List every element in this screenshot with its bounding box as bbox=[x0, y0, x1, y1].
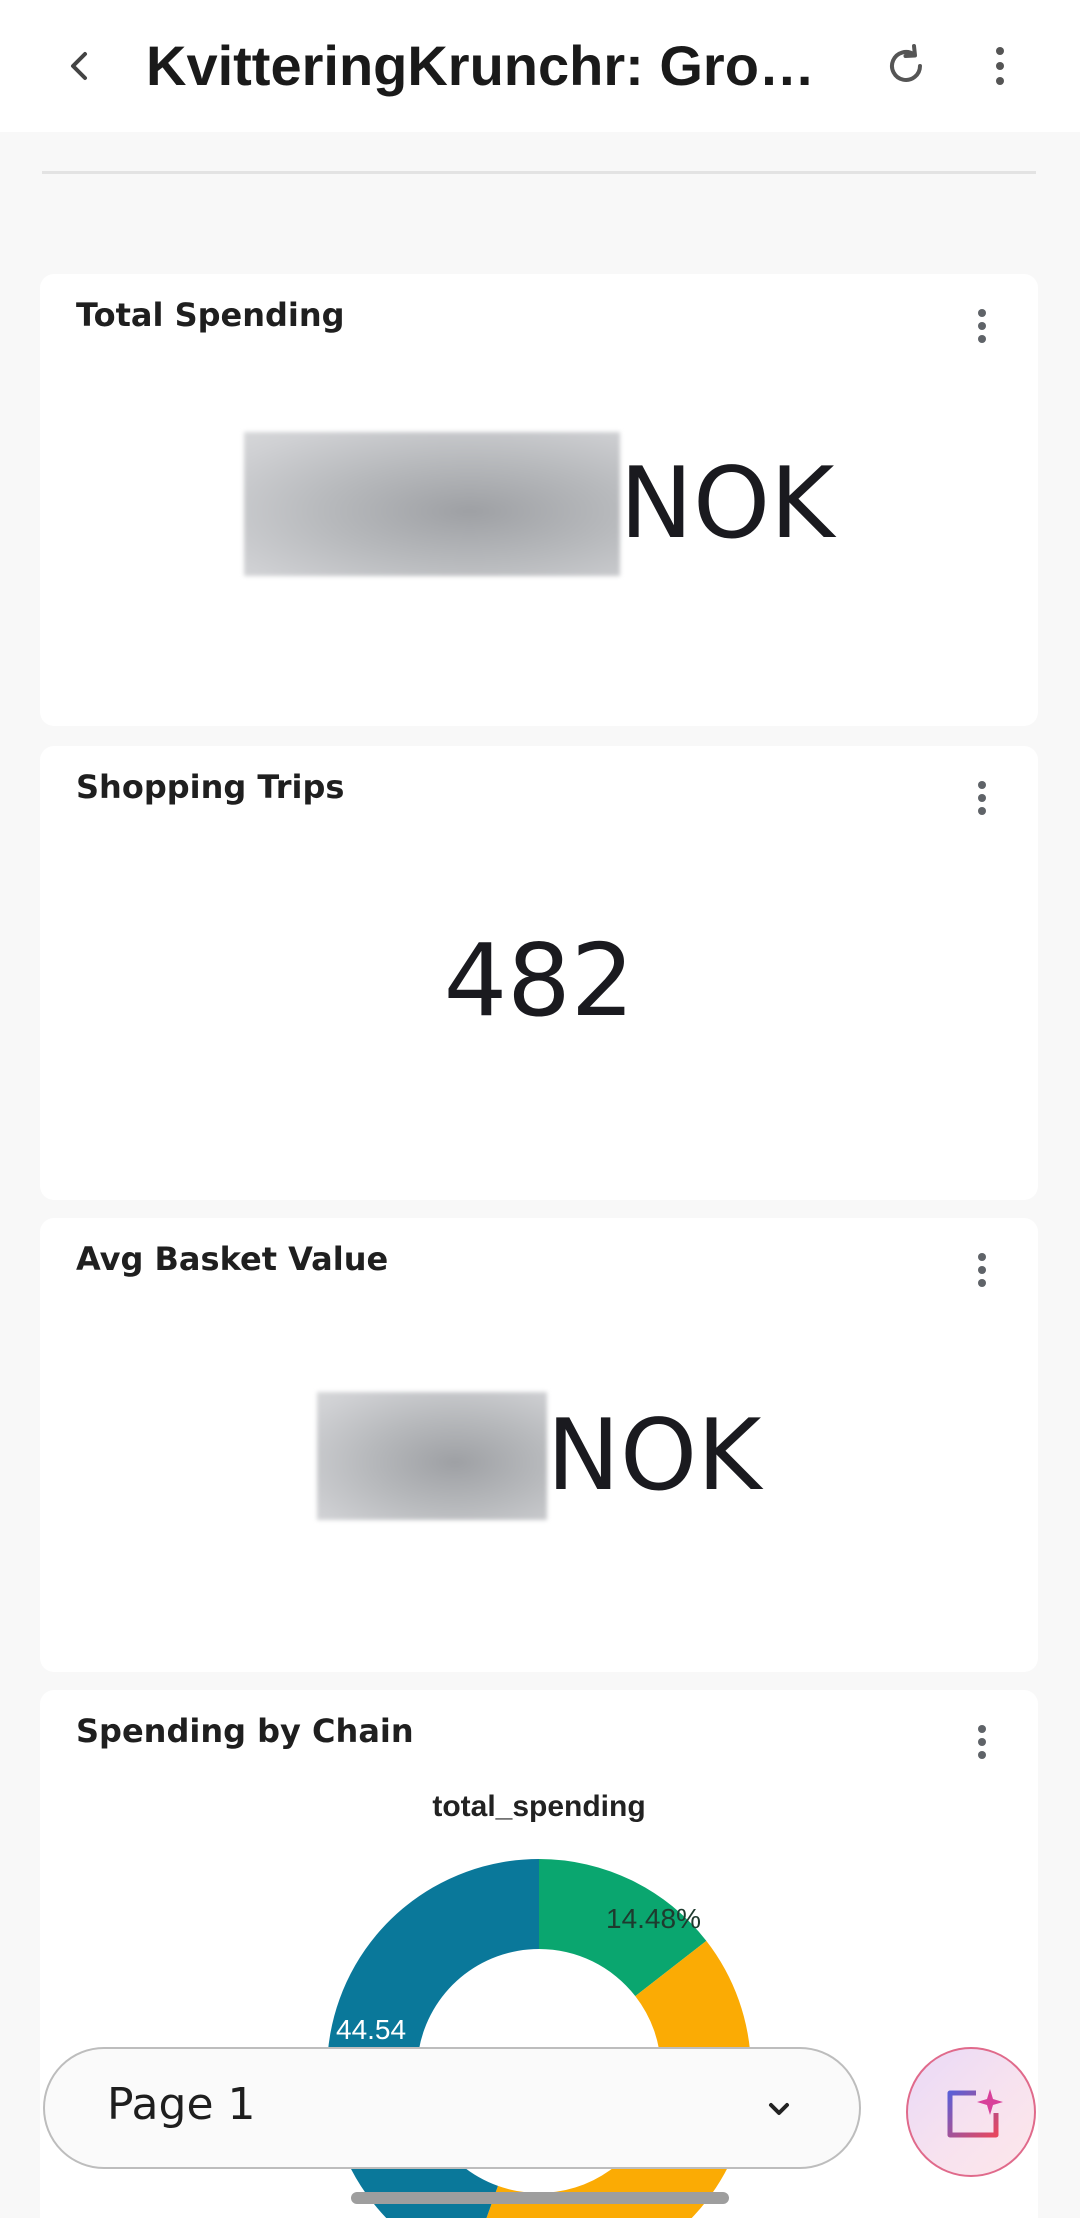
shopping-trips-card: Shopping Trips 482 bbox=[40, 746, 1038, 1200]
redacted-amount bbox=[243, 432, 620, 576]
card-more-icon[interactable] bbox=[962, 1248, 1002, 1292]
card-title: Total Spending bbox=[76, 296, 345, 334]
chevron-down-icon bbox=[761, 2091, 797, 2127]
back-arrow-icon[interactable] bbox=[50, 36, 110, 96]
header-divider bbox=[42, 171, 1036, 174]
currency-unit: NOK bbox=[546, 1399, 762, 1513]
total-spending-value: NOK bbox=[40, 432, 1038, 578]
slice-label-blue: 44.54 bbox=[336, 2014, 406, 2045]
page-title: KvitteringKrunchr: Grocer… bbox=[146, 34, 846, 97]
ai-insights-button[interactable] bbox=[906, 2047, 1036, 2177]
card-more-icon[interactable] bbox=[962, 776, 1002, 820]
refresh-icon[interactable] bbox=[876, 36, 936, 96]
card-title: Shopping Trips bbox=[76, 768, 345, 806]
card-title: Avg Basket Value bbox=[76, 1240, 389, 1278]
card-more-icon[interactable] bbox=[962, 304, 1002, 348]
total-spending-card: Total Spending NOK bbox=[40, 274, 1038, 726]
avg-basket-value: NOK bbox=[40, 1392, 1038, 1522]
chart-title: total_spending bbox=[432, 1790, 645, 1823]
currency-unit: NOK bbox=[619, 447, 835, 561]
shopping-trips-value: 482 bbox=[443, 922, 635, 1039]
page-selector-value: Page 1 bbox=[107, 2079, 256, 2130]
more-vert-icon[interactable] bbox=[970, 36, 1030, 96]
ai-insights-icon bbox=[938, 2079, 1008, 2149]
page-selector[interactable]: Page 1 bbox=[43, 2047, 861, 2169]
avg-basket-card: Avg Basket Value NOK bbox=[40, 1218, 1038, 1672]
home-indicator bbox=[351, 2192, 729, 2204]
app-bar: KvitteringKrunchr: Grocer… bbox=[0, 0, 1080, 132]
redacted-amount bbox=[316, 1392, 547, 1520]
slice-label-green: 14.48% bbox=[606, 1903, 701, 1934]
